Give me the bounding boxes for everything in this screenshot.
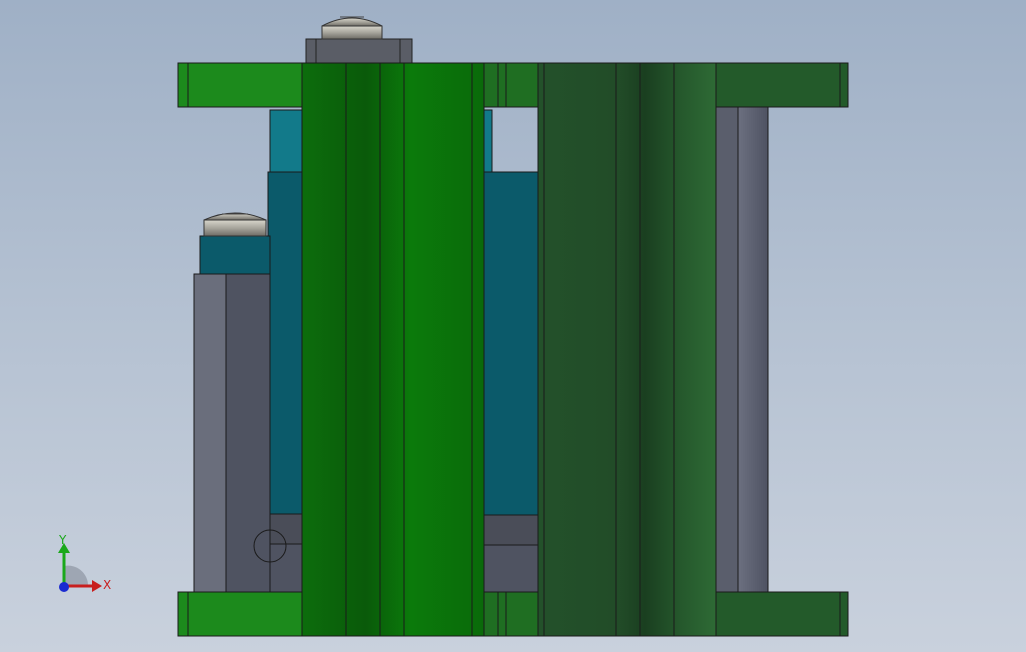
x-axis-label: X	[103, 578, 111, 592]
center-column[interactable]	[301, 62, 485, 637]
bottom-right-plate[interactable]	[715, 591, 849, 637]
right-teal-block[interactable]	[483, 109, 539, 593]
left-screw[interactable]	[203, 212, 267, 237]
top-right-plate[interactable]	[715, 62, 849, 108]
y-axis-label: Y	[58, 533, 67, 547]
right-block[interactable]	[537, 62, 717, 637]
triad-xy-arc	[64, 565, 89, 586]
top-left-plate[interactable]	[177, 62, 305, 108]
axis-triad: Y X	[58, 533, 111, 592]
cad-viewport[interactable]: Y X	[0, 0, 1026, 652]
bottom-left-plate[interactable]	[177, 591, 305, 637]
right-guide-rail[interactable]	[715, 106, 769, 593]
top-screw[interactable]	[305, 16, 413, 64]
origin-dot	[59, 582, 69, 592]
